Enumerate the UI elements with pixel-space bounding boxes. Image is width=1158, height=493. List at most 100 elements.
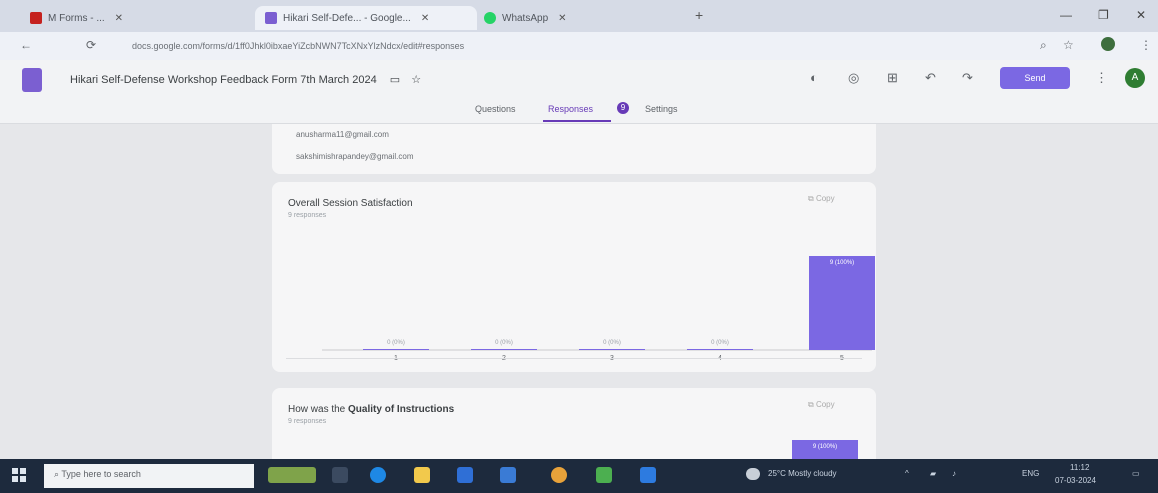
- form-title[interactable]: Hikari Self-Defense Workshop Feedback Fo…: [70, 73, 421, 86]
- weather-cloud-icon: [746, 468, 760, 480]
- question-card-instructions: How was the Quality of Instructions 9 re…: [272, 388, 876, 459]
- bar-data-label: 0 (0%): [711, 340, 729, 346]
- chart-bar: [809, 256, 875, 350]
- browser-profile-icon[interactable]: [1101, 37, 1115, 51]
- copy-icon: ⧉: [808, 400, 814, 409]
- avatar[interactable]: A: [1125, 68, 1145, 88]
- respondent-email: anusharma11@gmail.com: [296, 130, 389, 139]
- chart-bar: [579, 349, 645, 350]
- tab-questions[interactable]: Questions: [475, 104, 516, 114]
- minimize-icon[interactable]: —: [1060, 8, 1072, 22]
- back-icon[interactable]: ←: [20, 38, 32, 52]
- respondent-email: sakshimishrapandey@gmail.com: [296, 152, 414, 161]
- search-placeholder: Type here to search: [61, 469, 141, 479]
- star-icon[interactable]: ☆: [411, 74, 421, 86]
- chart-bar: [363, 349, 429, 350]
- more-options-icon[interactable]: ⋮: [1095, 70, 1108, 86]
- send-button[interactable]: Send: [1000, 67, 1070, 89]
- address-bar-row: ← ⟳ docs.google.com/forms/d/1ff0Jhkl0ibx…: [0, 32, 1158, 60]
- edge-icon[interactable]: [370, 467, 386, 483]
- responses-count-badge: 9: [617, 102, 629, 114]
- store-icon[interactable]: [500, 467, 516, 483]
- palette-icon[interactable]: ◐: [810, 70, 818, 85]
- redo-icon[interactable]: ↷: [962, 70, 973, 86]
- bar-data-label: 0 (0%): [495, 340, 513, 346]
- chart-bar: [471, 349, 537, 350]
- clock-date[interactable]: 07-03-2024: [1055, 476, 1096, 485]
- question-title: Overall Session Satisfaction: [288, 198, 413, 209]
- windows-taskbar: ⌕ Type here to search 25°C Mostly cloudy…: [0, 459, 1158, 493]
- weather-text[interactable]: 25°C Mostly cloudy: [768, 469, 837, 478]
- browser-tab-label: Hikari Self-Defe... - Google...: [283, 12, 411, 24]
- undo-icon[interactable]: ↶: [925, 70, 936, 86]
- zoom-icon[interactable]: ⌕: [1040, 38, 1047, 53]
- question-card-satisfaction: Overall Session Satisfaction 9 responses…: [272, 182, 876, 372]
- email-list-card: anusharma11@gmail.com sakshimishrapandey…: [272, 124, 876, 174]
- bar-data-label: 0 (0%): [603, 340, 621, 346]
- windows-start-icon[interactable]: [12, 468, 26, 482]
- bar-data-label: 9 (100%): [830, 260, 854, 266]
- tray-chevron-icon[interactable]: ^: [905, 469, 909, 478]
- form-tabs: Questions Responses 9 Settings: [0, 98, 1158, 124]
- address-bar[interactable]: docs.google.com/forms/d/1ff0Jhkl0ibxaeYi…: [118, 36, 1018, 56]
- addon-icon[interactable]: ⊞: [887, 70, 898, 86]
- copy-chart-button[interactable]: ⧉ Copy: [808, 194, 835, 204]
- new-tab-button[interactable]: +: [695, 7, 703, 23]
- instructions-bar-chart: 9 (100%): [792, 440, 858, 459]
- chart-bar: [687, 349, 753, 350]
- browser-tab-label: WhatsApp: [502, 12, 549, 24]
- forms-logo-icon[interactable]: [22, 68, 42, 92]
- language-indicator[interactable]: ENG: [1022, 469, 1039, 478]
- tab-settings[interactable]: Settings: [645, 104, 678, 114]
- task-view-icon[interactable]: [332, 467, 348, 483]
- whatsapp-icon: [484, 12, 496, 24]
- form-title-text: Hikari Self-Defense Workshop Feedback Fo…: [70, 74, 377, 86]
- browser-tab-strip: M Forms - ... ✕ Hikari Self-Defe... - Go…: [0, 0, 1158, 32]
- copy-chart-button[interactable]: ⧉ Copy: [808, 400, 835, 410]
- taskbar-search-input[interactable]: ⌕ Type here to search: [44, 464, 254, 488]
- gmail-icon: [30, 12, 42, 24]
- notifications-icon[interactable]: ▭: [1132, 469, 1140, 478]
- satisfaction-bar-chart: 0 (0%)10 (0%)20 (0%)30 (0%)49 (100%)5: [322, 256, 875, 362]
- browser-tab-forms[interactable]: M Forms - ... ✕: [30, 6, 255, 30]
- mail-icon[interactable]: [457, 467, 473, 483]
- question-title-bold: Quality of Instructions: [348, 404, 455, 415]
- close-window-icon[interactable]: ✕: [1136, 8, 1146, 22]
- browser-tab-label: M Forms - ...: [48, 12, 105, 24]
- copy-icon: ⧉: [808, 194, 814, 203]
- active-tab-indicator: [543, 120, 611, 122]
- move-folder-icon[interactable]: ▭: [390, 74, 400, 86]
- file-explorer-icon[interactable]: [414, 467, 430, 483]
- app-icon[interactable]: [640, 467, 656, 483]
- card-divider: [286, 358, 862, 359]
- response-count: 9 responses: [288, 418, 327, 425]
- copy-label: Copy: [815, 400, 835, 409]
- forms-icon: [265, 12, 277, 24]
- browser-tab-form-edit[interactable]: Hikari Self-Defe... - Google... ✕: [255, 6, 477, 30]
- menu-dots-icon[interactable]: ⋮: [1140, 38, 1152, 52]
- browser-tab-whatsapp[interactable]: WhatsApp ✕: [484, 6, 684, 30]
- close-icon[interactable]: ✕: [115, 13, 123, 24]
- volume-icon[interactable]: ♪: [952, 469, 956, 478]
- close-icon[interactable]: ✕: [421, 13, 429, 24]
- preview-icon[interactable]: ◎: [848, 70, 859, 86]
- question-title: How was the Quality of Instructions: [288, 404, 454, 415]
- app-icon[interactable]: [596, 467, 612, 483]
- close-icon[interactable]: ✕: [558, 13, 566, 24]
- maximize-icon[interactable]: ❐: [1098, 8, 1109, 22]
- chrome-icon[interactable]: [551, 467, 567, 483]
- reload-icon[interactable]: ⟳: [86, 38, 96, 52]
- bookmark-star-icon[interactable]: ☆: [1063, 38, 1074, 52]
- question-title-prefix: How was the: [288, 404, 349, 415]
- bar-data-label: 9 (100%): [813, 444, 837, 450]
- response-count: 9 responses: [288, 212, 327, 219]
- copy-label: Copy: [815, 194, 835, 203]
- question-title-bold: Overall Session Satisfaction: [288, 198, 413, 209]
- news-widget-icon[interactable]: [268, 467, 316, 483]
- tab-responses[interactable]: Responses: [548, 104, 593, 114]
- responses-content[interactable]: anusharma11@gmail.com sakshimishrapandey…: [0, 124, 1158, 459]
- bar-data-label: 0 (0%): [387, 340, 405, 346]
- clock-time[interactable]: 11:12: [1070, 463, 1089, 472]
- form-header: Hikari Self-Defense Workshop Feedback Fo…: [0, 60, 1158, 124]
- network-icon[interactable]: ▰: [930, 469, 936, 478]
